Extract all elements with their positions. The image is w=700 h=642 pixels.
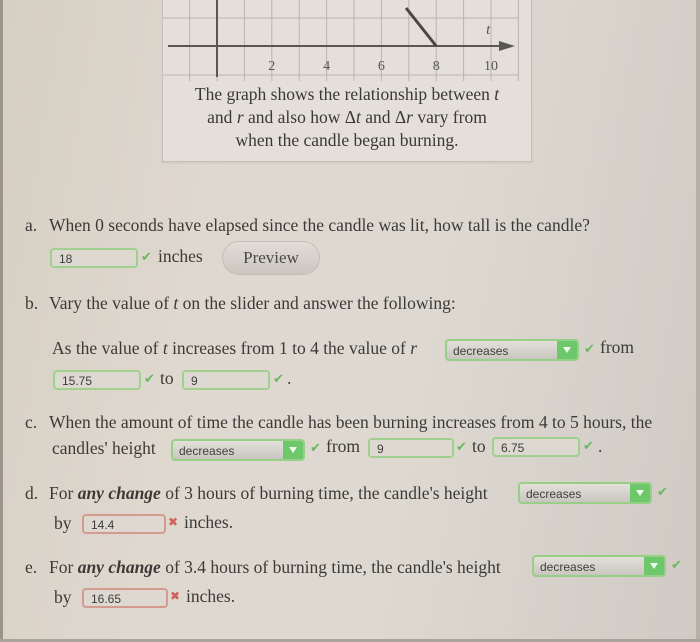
unit-label: inches. — [186, 586, 236, 606]
question-d-label: d. — [25, 483, 39, 503]
period: . — [598, 436, 603, 456]
check-icon: ✔ — [456, 440, 467, 455]
answer-c-dropdown[interactable]: decreases — [171, 439, 305, 461]
answer-c-from-input[interactable]: 9 — [368, 438, 454, 458]
answer-b-to-input[interactable]: 9 — [182, 370, 270, 390]
question-a-text: When 0 seconds have elapsed since the ca… — [49, 215, 590, 235]
check-icon: ✔ — [657, 485, 668, 500]
question-c-label: c. — [25, 412, 38, 432]
answer-a-unit: inches — [158, 246, 203, 266]
check-icon: ✔ — [584, 342, 595, 357]
x-mark-icon: ✖ — [170, 589, 181, 603]
question-c: c. When the amount of time the candle has… — [25, 412, 652, 433]
check-icon: ✔ — [583, 439, 594, 454]
answer-d-input[interactable]: 14.4 — [82, 514, 166, 534]
by-label: by — [54, 513, 72, 533]
preview-button[interactable]: Preview — [222, 241, 320, 275]
graph-caption: The graph shows the relationship between… — [163, 83, 531, 152]
x-tick-label: 10 — [484, 59, 498, 74]
dropdown-value: decreases — [179, 444, 235, 458]
answer-e-dropdown[interactable]: decreases — [532, 555, 666, 577]
frame-right-edge — [696, 0, 700, 642]
x-tick-label: 2 — [268, 59, 275, 74]
question-a-label: a. — [25, 215, 38, 235]
series-line-r — [404, 7, 438, 47]
x-axis-label: t — [486, 22, 491, 38]
caption-line-2: and r and also how Δt and Δr vary from — [207, 107, 487, 127]
question-b-sentence: As the value of t increases from 1 to 4 … — [52, 338, 417, 358]
question-d: d. For any change of 3 hours of burning t… — [25, 483, 488, 503]
check-icon: ✔ — [671, 558, 682, 573]
check-icon: ✔ — [310, 441, 321, 456]
chevron-down-icon[interactable] — [283, 441, 303, 459]
question-b-label: b. — [25, 293, 39, 313]
dropdown-value: decreases — [453, 344, 509, 358]
chevron-down-icon[interactable] — [644, 557, 664, 575]
question-c-text: When the amount of time the candle has b… — [49, 412, 653, 432]
x-mark-icon: ✖ — [168, 515, 179, 529]
x-tick-label: 8 — [433, 59, 440, 74]
dropdown-value: decreases — [526, 487, 582, 501]
question-c-text-line-2: candles' height — [52, 438, 156, 458]
dropdown-value: decreases — [540, 560, 596, 574]
graph-figure: 2 4 6 8 10 t The graph shows the relationship… — [162, 0, 532, 162]
x-tick-label: 4 — [323, 59, 330, 74]
answer-b-dropdown[interactable]: decreases — [445, 339, 579, 361]
graph-plot: 2 4 6 8 10 t — [163, 0, 519, 81]
question-e-label: e. — [25, 557, 38, 577]
caption-line-3: when the candle began burning. — [235, 130, 459, 150]
check-icon: ✔ — [144, 372, 155, 387]
from-label: from — [600, 337, 635, 357]
x-axis-arrow — [499, 41, 515, 51]
x-tick-label: 6 — [378, 59, 385, 74]
question-b: b. Vary the value of t on the slider and … — [25, 293, 456, 313]
caption-line-1: The graph shows the relationship between… — [194, 84, 500, 104]
answer-b-from-input[interactable]: 15.75 — [53, 370, 141, 390]
answer-e-input[interactable]: 16.65 — [82, 588, 168, 608]
chevron-down-icon[interactable] — [557, 341, 577, 359]
chevron-down-icon[interactable] — [630, 484, 650, 502]
from-label: from — [326, 436, 361, 456]
question-e: e. For any change of 3.4 hours of burning… — [25, 557, 501, 577]
to-label: to — [472, 436, 486, 456]
period: . — [287, 368, 292, 388]
check-icon: ✔ — [141, 250, 152, 265]
answer-d-dropdown[interactable]: decreases — [518, 482, 652, 504]
to-label: to — [160, 368, 174, 388]
answer-c-to-input[interactable]: 6.75 — [492, 437, 580, 457]
frame-left-edge — [0, 0, 3, 642]
unit-label: inches. — [184, 512, 234, 532]
question-a: a. When 0 seconds have elapsed since the … — [25, 215, 590, 236]
answer-a-input[interactable]: 18 — [50, 248, 138, 268]
by-label: by — [54, 587, 72, 607]
check-icon: ✔ — [273, 372, 284, 387]
